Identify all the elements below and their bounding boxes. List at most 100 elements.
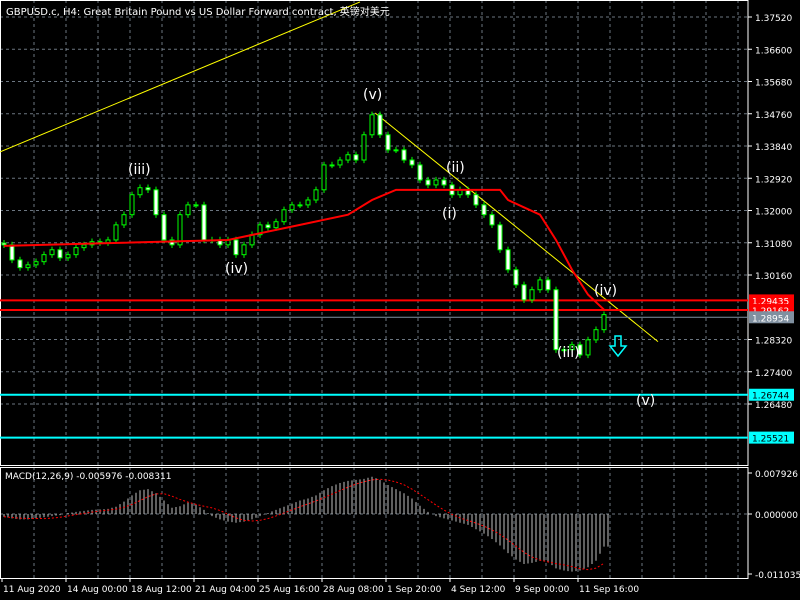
candle-body: [33, 261, 39, 266]
candle-body: [537, 279, 543, 291]
wave-label: (iii): [128, 162, 151, 178]
candle-body: [153, 189, 159, 216]
macd-y-tick-label: 0.007926: [755, 470, 798, 480]
candle-body: [353, 154, 359, 161]
candle-body: [41, 254, 47, 263]
candle-body: [57, 249, 63, 259]
candle-body: [121, 214, 127, 226]
candle-body: [313, 189, 319, 201]
candle-body: [161, 214, 167, 241]
y-tick-label: 1.32000: [755, 208, 792, 218]
candle-body: [129, 194, 135, 216]
moving-average-line: [3, 188, 605, 311]
y-tick-label: 1.26480: [755, 401, 792, 411]
macd-y-tick-label: -0.011035: [755, 571, 800, 581]
x-tick-label: 11 Sep 16:00: [579, 585, 639, 595]
y-tick-label: 1.35680: [755, 79, 792, 89]
price-chart[interactable]: 1.37520 1.36600 1.35680 1.34760 1.33840 1.329…: [0, 0, 800, 600]
candle-body: [329, 164, 335, 167]
x-tick-label: 1 Sep 20:00: [387, 585, 442, 595]
candle-body: [513, 269, 519, 286]
candle-body: [345, 154, 351, 161]
y-tick-label: 1.27400: [755, 369, 792, 379]
trendline: [0, 1, 361, 153]
candle-body: [297, 204, 303, 207]
candle-body: [481, 204, 487, 216]
macd-y-tick-label: 0.000000: [755, 511, 798, 521]
candle-body: [433, 179, 439, 186]
candle-body: [529, 289, 535, 301]
candle-body: [601, 314, 607, 331]
candle-body: [553, 289, 559, 351]
chart-title: GBPUSD.c, H4: Great Britain Pound vs US …: [6, 7, 390, 18]
candle-body: [281, 209, 287, 223]
wave-label: (v): [363, 87, 383, 103]
wave-label: (iv): [594, 283, 618, 299]
x-tick-label: 21 Aug 04:00: [195, 585, 256, 595]
macd-label: MACD(12,26,9) -0.005976 -0.008311: [5, 472, 172, 482]
candle-body: [233, 239, 239, 256]
candle-body: [81, 244, 87, 249]
candle-body: [273, 221, 279, 229]
candle-body: [401, 149, 407, 161]
candle-body: [137, 187, 143, 196]
candle-body: [505, 249, 511, 271]
candle-body: [9, 244, 15, 261]
candle-body: [369, 114, 375, 136]
wave-label: (ii): [446, 160, 465, 176]
candle-body: [337, 159, 343, 166]
candle-body: [585, 339, 591, 356]
candle-body: [393, 149, 399, 152]
y-tick-label: 1.28320: [755, 337, 792, 347]
candle-body: [241, 244, 247, 256]
candle-body: [113, 224, 119, 241]
candle-body: [361, 134, 367, 161]
wave-label: (i): [442, 206, 457, 222]
candle-body: [489, 214, 495, 226]
x-tick-label: 11 Aug 2020: [3, 585, 61, 595]
candle-body: [145, 187, 151, 191]
candle-body: [417, 164, 423, 181]
candle-body: [593, 329, 599, 341]
wave-label: (iii): [557, 345, 580, 361]
macd-pane-frame: [0, 467, 749, 579]
candle-body: [185, 204, 191, 216]
x-tick-label: 18 Aug 12:00: [131, 585, 192, 595]
candle-body: [521, 284, 527, 301]
y-tick-label: 1.33840: [755, 143, 792, 153]
candle-body: [289, 204, 295, 211]
candle-body: [545, 279, 551, 291]
y-tick-label: 1.34760: [755, 111, 792, 121]
candle-body: [193, 204, 199, 207]
candle-body: [73, 247, 79, 256]
price-label: 1.28954: [752, 314, 789, 324]
candle-body: [17, 259, 23, 269]
x-tick-label: 25 Aug 16:00: [259, 585, 320, 595]
price-label: 1.26744: [752, 392, 789, 402]
y-tick-label: 1.37520: [755, 14, 792, 24]
candle-body: [321, 164, 327, 191]
candle-body: [377, 114, 383, 136]
y-tick-label: 1.36600: [755, 46, 792, 56]
x-tick-label: 9 Sep 00:00: [515, 585, 570, 595]
candle-body: [473, 194, 479, 206]
y-tick-label: 1.31080: [755, 240, 792, 250]
candle-body: [497, 224, 503, 251]
candle-body: [49, 249, 55, 256]
candle-body: [385, 134, 391, 151]
x-tick-label: 14 Aug 00:00: [67, 585, 128, 595]
price-label: 1.25521: [752, 435, 789, 445]
candle-body: [409, 159, 415, 166]
candle-body: [1, 242, 7, 246]
candle-body: [425, 179, 431, 186]
y-tick-label: 1.32920: [755, 175, 792, 185]
y-tick-label: 1.30160: [755, 272, 792, 282]
candle-body: [201, 204, 207, 241]
candle-body: [25, 264, 31, 269]
candle-body: [65, 254, 71, 259]
wave-label: (iv): [225, 261, 249, 277]
x-tick-label: 4 Sep 12:00: [451, 585, 506, 595]
candle-body: [305, 199, 311, 206]
candle-body: [441, 179, 447, 186]
candle-body: [265, 224, 271, 229]
